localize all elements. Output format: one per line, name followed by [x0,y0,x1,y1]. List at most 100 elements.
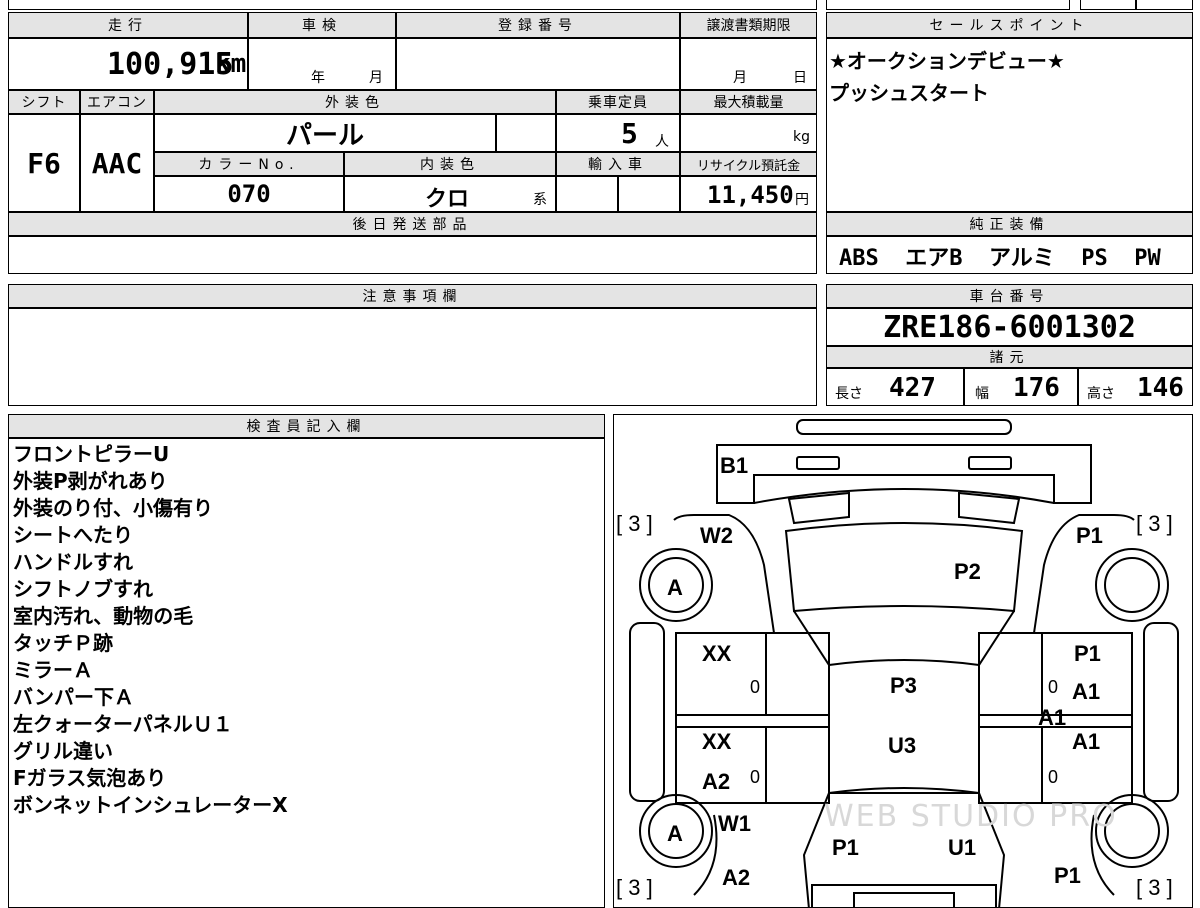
inspector-header: 検査員記入欄 [8,414,605,438]
capacity-value: 5 [621,117,638,150]
note-8: タッチＰ跡 [13,631,113,655]
max-load-unit: kg [793,129,810,145]
sales-points-header: セールスポイント [826,12,1193,38]
mark-a1-right-2: A1 [1072,729,1101,754]
tire-rear-left: [ 3 ] [616,875,653,900]
top-clipped-row [8,0,817,10]
note-10: バンパー下Ａ [13,685,134,709]
equipment-header: 純正装備 [826,212,1193,236]
height-cell: 高さ 146 [1078,368,1193,406]
equipment-cell: ABS エアB アルミ PS PW [826,236,1193,274]
mark-w2: W2 [700,523,733,548]
mark-xx-left-1: XX [702,641,732,666]
capacity-cell: 5 人 [556,114,680,152]
note-5: ハンドルすれ [13,550,133,574]
inspection-header: 車検 [248,12,396,38]
import-header: 輸入車 [556,152,680,176]
deadline-day-unit: 日 [793,70,807,86]
inspection-year-unit: 年 [311,70,325,86]
mark-a-left-rear: A [667,821,683,846]
zero-mark-3: 0 [750,767,761,787]
import-cell-a [556,176,618,212]
sales-point-line-2: プッシュスタート [829,81,989,105]
interior-color-cell: クロ 系 [344,176,556,212]
registration-header: 登録番号 [396,12,680,38]
recycle-fee-unit: 円 [795,192,809,208]
top-right-clipped-b [1080,0,1136,10]
max-load-header: 最大積載量 [680,90,817,114]
chassis-value: ZRE186-6001302 [883,309,1136,345]
mark-u1: U1 [948,835,977,860]
mark-a1-right-1: A1 [1072,679,1101,704]
length-label: 長さ [835,386,863,402]
transfer-deadline-header: 譲渡書類期限 [680,12,817,38]
mark-p2: P2 [954,559,981,584]
width-cell: 幅 176 [964,368,1078,406]
color-no-cell: 070 [154,176,344,212]
caution-header: 注意事項欄 [8,284,817,308]
top-right-clipped-c [1136,0,1193,10]
mark-a2-bottom: A2 [722,865,751,890]
exterior-color-header: 外装色 [154,90,556,114]
later-parts-header: 後日発送部品 [8,212,817,236]
height-value: 146 [1137,373,1184,403]
note-7: 室内汚れ、動物の毛 [13,604,194,628]
registration-cell [396,38,680,90]
watermark: WEB STUDIO PRO [824,799,1118,834]
zero-mark-1: 0 [750,677,761,697]
later-parts-cell [8,236,817,274]
note-4: シートへたり [13,523,133,547]
caution-cell [8,308,817,406]
length-cell: 長さ 427 [826,368,964,406]
mark-p1-left-rear: P1 [832,835,859,860]
transfer-deadline-cell: 月 日 [680,38,817,90]
recycle-fee-cell: 11,450 円 [680,176,817,212]
aircon-value: AAC [91,146,143,180]
inspection-cell: 年 月 [248,38,396,90]
capacity-header: 乗車定員 [556,90,680,114]
color-no-value: 070 [227,180,271,208]
mark-w1: W1 [718,811,751,836]
exterior-color-cell: パール [154,114,496,152]
aircon-header: エアコン [80,90,154,114]
aircon-cell: AAC [80,114,154,212]
inspection-month-unit: 月 [369,70,383,86]
height-label: 高さ [1087,386,1115,402]
interior-color-header: 内装色 [344,152,556,176]
interior-color-value: クロ [425,187,470,212]
mark-b1: B1 [720,453,749,478]
import-cell-b [618,176,680,212]
zero-mark-4: 0 [1048,767,1059,787]
top-right-clipped-a [826,0,1070,10]
car-diagram: B1 W2 P1 P2 A XX P1 P3 A1 A1 XX U3 A1 A2… [613,414,1193,908]
mileage-unit: km [215,49,247,79]
mark-a-left-front: A [667,575,683,600]
chassis-cell: ZRE186-6001302 [826,308,1193,346]
chassis-header: 車台番号 [826,284,1193,308]
shift-value: F6 [27,146,61,180]
length-value: 427 [889,373,936,403]
tire-rear-right: [ 3 ] [1136,875,1173,900]
note-2: 外装P剥がれあり [13,469,168,493]
inspector-notes: フロントピラーU 外装P剥がれあり 外装のり付、小傷有り シートへたり ハンドル… [8,438,605,908]
note-3: 外装のり付、小傷有り [13,496,213,520]
note-6: シフトノブすれ [13,577,153,601]
note-1: フロントピラーU [13,442,170,466]
shift-cell: F6 [8,114,80,212]
note-11: 左クォーターパネルＵ１ [13,712,233,736]
mileage-cell: 100,915 km [8,38,248,90]
tire-front-left: [ 3 ] [616,511,653,536]
sales-points-cell: ★オークションデビュー★ プッシュスタート [826,38,1193,212]
interior-color-suffix: 系 [533,192,547,208]
note-14: ボンネットインシュレーターX [13,793,288,817]
mark-a2-left: A2 [702,769,731,794]
recycle-fee-value: 11,450 [707,181,794,209]
exterior-color-value: パール [285,120,364,151]
shift-header: シフト [8,90,80,114]
equipment-value: ABS エアB アルミ PS PW [839,246,1161,271]
mark-p1-right: P1 [1074,641,1101,666]
mark-u3: U3 [888,733,917,758]
specs-header: 諸元 [826,346,1193,368]
sales-point-line-1: ★オークションデビュー★ [829,49,1065,73]
mark-p3: P3 [890,673,917,698]
